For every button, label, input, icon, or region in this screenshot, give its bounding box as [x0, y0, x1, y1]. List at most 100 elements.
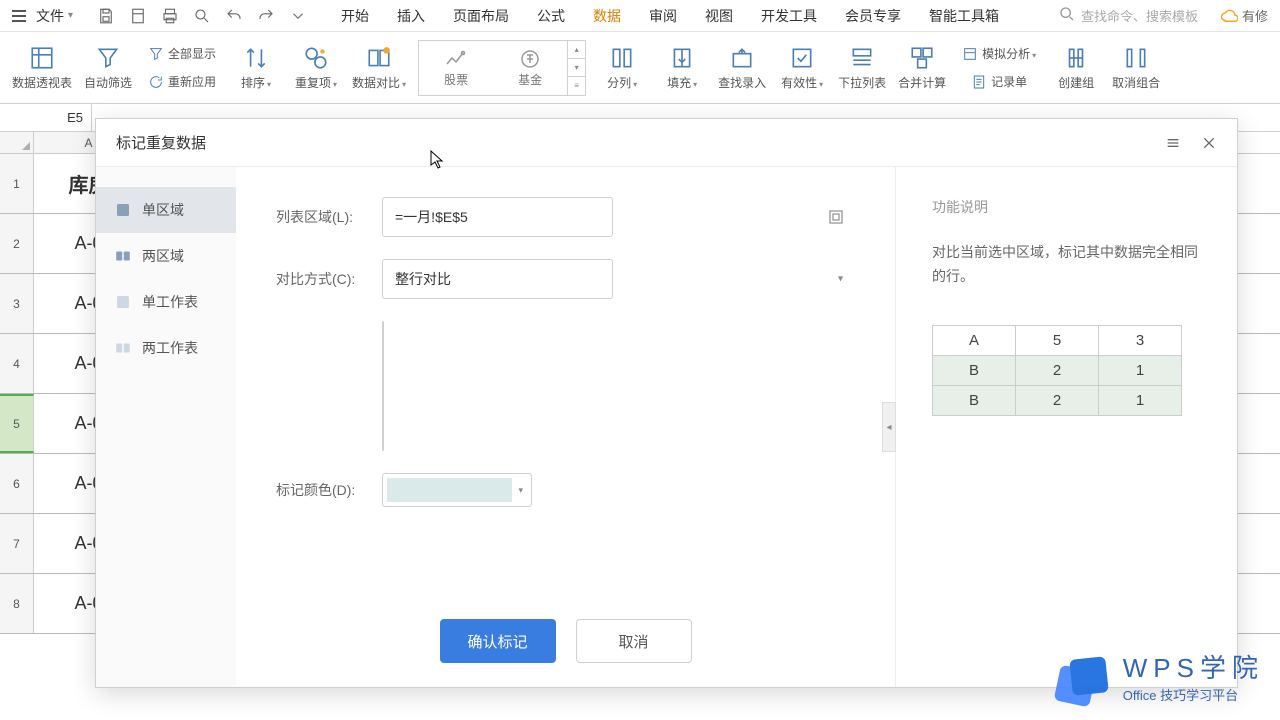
row-header[interactable]: 6 — [0, 454, 34, 513]
funds-button[interactable]: 基金 — [493, 41, 567, 95]
ribbon-tabs: 开始 插入 页面布局 公式 数据 审阅 视图 开发工具 会员专享 智能工具箱 — [339, 2, 1001, 30]
duplicates-button[interactable]: 重复项▾ — [286, 38, 346, 98]
sidebar-item-two-sheets[interactable]: 两工作表 — [96, 325, 236, 371]
lookup-entry-button[interactable]: 查找录入 — [712, 38, 772, 98]
tab-review[interactable]: 审阅 — [647, 2, 679, 30]
command-search[interactable]: 查找命令、搜索模板 — [1059, 6, 1198, 25]
sidebar-item-two-ranges[interactable]: 两区域 — [96, 233, 236, 279]
method-select[interactable] — [382, 259, 613, 299]
sort-button[interactable]: 排序▾ — [226, 38, 286, 98]
method-label: 对比方式(C): — [276, 269, 372, 289]
stocks-button[interactable]: 股票 — [419, 41, 493, 95]
print-preview-icon[interactable] — [129, 7, 147, 25]
file-menu[interactable]: 文件 ▾ — [36, 6, 73, 26]
dialog-body: 单区域 两区域 单工作表 两工作表 列表区域(L): 对比方式(C): ▾ — [96, 167, 1237, 687]
dialog-main: 列表区域(L): 对比方式(C): ▾ 标记颜色(D): — [236, 167, 896, 687]
dialog-titlebar[interactable]: 标记重复数据 — [96, 119, 1237, 167]
range-label: 列表区域(L): — [276, 207, 372, 227]
help-text: 对比当前选中区域，标记其中数据完全相同的行。 — [932, 241, 1201, 289]
text-to-columns-button[interactable]: 分列▾ — [592, 38, 652, 98]
cloud-icon — [1220, 7, 1238, 25]
reapply-button[interactable]: 重新应用 — [142, 69, 222, 95]
menubar: 文件 ▾ 开始 插入 页面布局 公式 数据 审阅 视图 开发工具 会员专享 智能… — [0, 0, 1280, 32]
data-compare-button[interactable]: 数据对比▾ — [346, 38, 412, 98]
undo-icon[interactable] — [225, 7, 243, 25]
wps-logo-icon — [1057, 648, 1113, 704]
gallery-up-icon[interactable]: ▴ — [568, 41, 585, 59]
chevron-down-icon: ▾ — [68, 10, 73, 21]
range-picker-icon[interactable] — [827, 208, 845, 226]
watermark-title: WPS学院 — [1123, 648, 1264, 685]
sidebar-item-single-sheet[interactable]: 单工作表 — [96, 279, 236, 325]
chevron-down-icon: ▾ — [518, 485, 527, 496]
close-icon[interactable] — [1201, 135, 1217, 151]
search-icon — [1059, 6, 1075, 25]
fill-button[interactable]: 填充▾ — [652, 38, 712, 98]
whatif-button[interactable]: 模拟分析▾ — [956, 41, 1042, 67]
show-all-button[interactable]: 全部显示 — [142, 41, 222, 67]
help-example-table: A53 B21 B21 — [932, 325, 1182, 416]
analysis-group: 模拟分析▾ 记录单 — [952, 41, 1046, 95]
redo-icon[interactable] — [257, 7, 275, 25]
help-title: 功能说明 — [932, 197, 1201, 217]
quick-access-toolbar — [97, 7, 307, 25]
search-placeholder: 查找命令、搜索模板 — [1081, 6, 1198, 25]
dialog-title: 标记重复数据 — [116, 132, 206, 153]
filter-options-group: 全部显示 重新应用 — [138, 41, 226, 95]
menu-icon[interactable] — [1165, 135, 1181, 151]
mark-duplicates-dialog: 标记重复数据 单区域 两区域 单工作表 两工作表 列表区域(L): 对比方式(C… — [95, 118, 1238, 688]
autofilter-button[interactable]: 自动筛选 — [78, 38, 138, 98]
watermark-subtitle: Office 技巧学习平台 — [1123, 685, 1264, 704]
validation-button[interactable]: 有效性▾ — [772, 38, 832, 98]
pivot-table-button[interactable]: 数据透视表 — [6, 38, 78, 98]
tab-smarttools[interactable]: 智能工具箱 — [927, 2, 1001, 30]
color-label: 标记颜色(D): — [276, 480, 372, 500]
cloud-status-text: 有修 — [1242, 6, 1268, 25]
mark-color-picker[interactable]: ▾ — [382, 473, 532, 507]
dropdown-list-button[interactable]: 下拉列表 — [832, 38, 892, 98]
range-input[interactable] — [382, 197, 613, 237]
ungroup-button[interactable]: 取消组合 — [1106, 38, 1166, 98]
row-header[interactable]: 4 — [0, 334, 34, 393]
save-icon[interactable] — [97, 7, 115, 25]
name-box[interactable]: E5 — [0, 104, 92, 131]
row-header[interactable]: 7 — [0, 514, 34, 573]
tab-start[interactable]: 开始 — [339, 2, 371, 30]
tab-insert[interactable]: 插入 — [395, 2, 427, 30]
row-header[interactable]: 1 — [0, 154, 34, 213]
ribbon: 数据透视表 自动筛选 全部显示 重新应用 排序▾ 重复项▾ 数据对比▾ 股票 基… — [0, 32, 1280, 104]
print-icon[interactable] — [161, 7, 179, 25]
row-header-selected[interactable]: 5 — [0, 394, 34, 453]
chevron-down-icon[interactable]: ▾ — [838, 274, 843, 285]
qat-more-icon[interactable] — [289, 7, 307, 25]
cancel-button[interactable]: 取消 — [576, 619, 692, 663]
dialog-help-panel: 功能说明 对比当前选中区域，标记其中数据完全相同的行。 A53 B21 B21 — [896, 167, 1237, 687]
form-button[interactable]: 记录单 — [956, 69, 1042, 95]
select-all-corner[interactable] — [0, 132, 34, 153]
dialog-buttons: 确认标记 取消 — [236, 619, 895, 663]
file-menu-label: 文件 — [36, 6, 64, 26]
confirm-mark-button[interactable]: 确认标记 — [440, 619, 556, 663]
gallery-down-icon[interactable]: ▾ — [568, 59, 585, 77]
dialog-sidebar: 单区域 两区域 单工作表 两工作表 — [96, 167, 236, 687]
tab-member[interactable]: 会员专享 — [843, 2, 903, 30]
group-button[interactable]: 创建组 — [1046, 38, 1106, 98]
cloud-status[interactable]: 有修 — [1220, 6, 1268, 25]
tab-view[interactable]: 视图 — [703, 2, 735, 30]
hamburger-icon[interactable] — [12, 10, 26, 22]
tab-data[interactable]: 数据 — [591, 2, 623, 30]
tab-formula[interactable]: 公式 — [535, 2, 567, 30]
wps-watermark: WPS学院 Office 技巧学习平台 — [1057, 648, 1264, 704]
color-swatch — [387, 478, 512, 502]
row-header[interactable]: 2 — [0, 214, 34, 273]
gallery-more-icon[interactable]: ≡ — [568, 77, 585, 94]
consolidate-button[interactable]: 合并计算 — [892, 38, 952, 98]
row-header[interactable]: 8 — [0, 574, 34, 633]
tab-layout[interactable]: 页面布局 — [451, 2, 511, 30]
tab-devtools[interactable]: 开发工具 — [759, 2, 819, 30]
data-type-gallery: 股票 基金 ▴▾≡ — [418, 40, 586, 96]
find-icon[interactable] — [193, 7, 211, 25]
collapse-help-icon[interactable]: ◂ — [882, 402, 896, 452]
row-header[interactable]: 3 — [0, 274, 34, 333]
sidebar-item-single-range[interactable]: 单区域 — [96, 187, 236, 233]
